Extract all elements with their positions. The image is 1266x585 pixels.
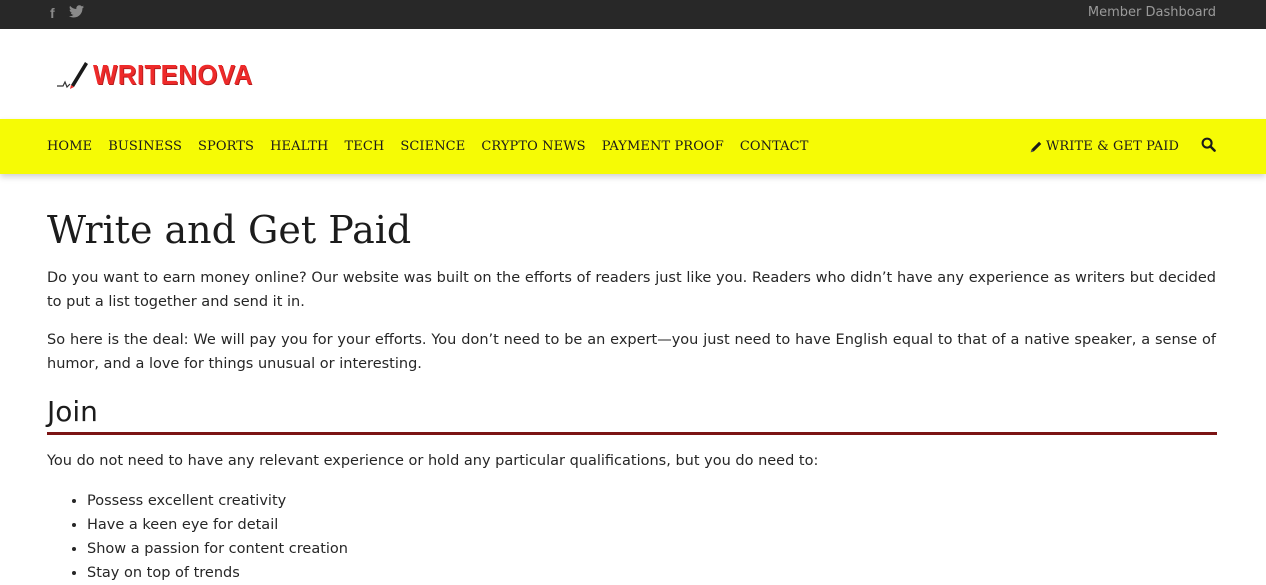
list-item: Stay on top of trends: [87, 561, 1216, 585]
list-item: Have a keen eye for detail: [87, 513, 1216, 537]
nav-contact[interactable]: CONTACT: [740, 139, 809, 154]
logo-text: WRITENOVA: [93, 59, 253, 90]
nav-business[interactable]: BUSINESS: [108, 139, 182, 154]
nav-crypto-news[interactable]: CRYPTO NEWS: [481, 139, 585, 154]
pencil-icon: [1030, 141, 1042, 152]
join-paragraph: You do not need to have any relevant exp…: [47, 453, 819, 469]
nav-actions: WRITE & GET PAID: [1029, 119, 1216, 174]
search-icon[interactable]: [1201, 137, 1216, 156]
list-item: Show a passion for content creation: [87, 537, 1216, 561]
join-heading: Join: [47, 394, 1217, 435]
nav-payment-proof[interactable]: PAYMENT PROOF: [602, 139, 724, 154]
nav-tech[interactable]: TECH: [344, 139, 384, 154]
main-navigation: HOME BUSINESS SPORTS HEALTH TECH SCIENCE…: [0, 119, 1266, 174]
member-dashboard-link[interactable]: Member Dashboard: [1088, 5, 1216, 20]
nav-science[interactable]: SCIENCE: [400, 139, 465, 154]
nav-health[interactable]: HEALTH: [270, 139, 328, 154]
site-logo[interactable]: WRITENOVA: [55, 55, 267, 95]
list-item: Possess excellent creativity: [87, 489, 1216, 513]
page-title: Write and Get Paid: [47, 208, 412, 252]
social-links: f: [50, 5, 84, 21]
write-get-paid-label: WRITE & GET PAID: [1045, 139, 1179, 154]
nav-menu: HOME BUSINESS SPORTS HEALTH TECH SCIENCE…: [47, 119, 809, 174]
pen-logo-icon: [57, 62, 88, 89]
twitter-icon[interactable]: [68, 5, 84, 21]
nav-sports[interactable]: SPORTS: [198, 139, 254, 154]
top-bar: f Member Dashboard: [0, 0, 1266, 29]
main-content: Write and Get Paid Do you want to earn m…: [0, 208, 1266, 585]
write-get-paid-link[interactable]: WRITE & GET PAID: [1029, 139, 1179, 154]
requirements-list: Possess excellent creativity Have a keen…: [47, 489, 1216, 585]
facebook-icon[interactable]: f: [50, 5, 55, 21]
nav-home[interactable]: HOME: [47, 139, 92, 154]
intro-paragraph: Do you want to earn money online? Our we…: [47, 270, 1216, 310]
deal-paragraph: So here is the deal: We will pay you for…: [47, 332, 1216, 372]
site-header: WRITENOVA: [0, 29, 1266, 119]
